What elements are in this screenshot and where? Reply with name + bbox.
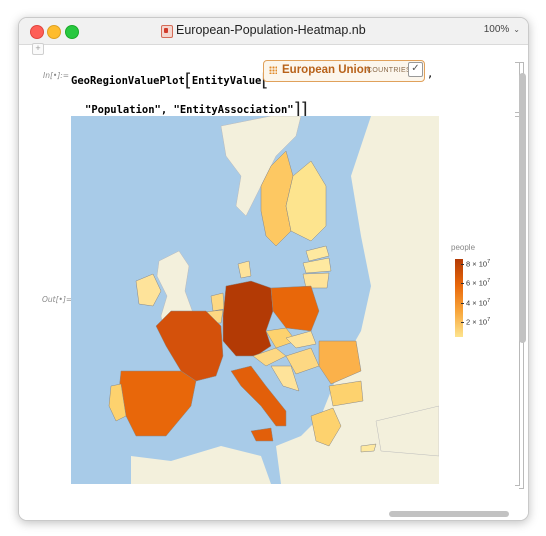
comma: , [427,68,434,80]
zoom-menu[interactable]: 100% ⌄ [484,24,520,35]
legend-tick: 6 × 107 [460,278,491,288]
zoom-level: 100% [483,24,510,35]
inner-function-name: EntityValue [191,75,262,87]
input-code-line-1[interactable]: GeoRegionValuePlot[EntityValue[ [71,68,268,91]
entity-grid-icon [269,66,277,74]
notebook-file-icon [161,25,173,38]
legend-tick: 4 × 107 [460,298,491,308]
window-title-text: European-Population-Heatmap.nb [176,23,366,37]
close-button[interactable] [30,25,44,39]
entity-box[interactable]: European Union COUNTRIES ✓ [263,60,425,82]
argument-list: "Population", "EntityAssociation" [85,104,294,116]
title-bar: European-Population-Heatmap.nb 100% ⌄ [19,18,528,45]
legend-color-bar [455,259,463,337]
open-bracket: [ [184,70,192,91]
input-label: In[•]:= [43,71,70,80]
horizontal-scrollbar[interactable] [389,511,509,517]
netherlands [210,292,225,312]
window-title: European-Population-Heatmap.nb [161,23,366,38]
legend-title: people [451,243,476,252]
legend-tick: 2 × 107 [460,317,491,327]
entity-check-icon[interactable]: ✓ [408,62,423,77]
notebook-content[interactable]: + In[•]:= GeoRegionValuePlot[EntityValue… [19,43,528,520]
germany [222,280,274,357]
function-name: GeoRegionValuePlot [71,75,185,87]
zoom-button[interactable] [65,25,79,39]
legend-tick: 8 × 107 [460,259,491,269]
entity-name: European Union [282,64,371,76]
vertical-scrollbar[interactable] [519,73,526,343]
add-cell-icon[interactable]: + [32,43,44,55]
lithuania [302,272,330,289]
output-label: Out[•]= [42,295,73,304]
legend: people 8 × 107 6 × 107 4 × 107 2 × 107 [451,243,511,353]
minimize-button[interactable] [47,25,61,39]
chevron-down-icon: ⌄ [513,25,520,34]
input-code-line-2[interactable]: "Population", "EntityAssociation"]] [85,97,308,120]
europe-heatmap[interactable] [71,116,439,484]
entity-type: COUNTRIES [367,67,411,74]
notebook-window: European-Population-Heatmap.nb 100% ⌄ + I… [18,17,529,521]
